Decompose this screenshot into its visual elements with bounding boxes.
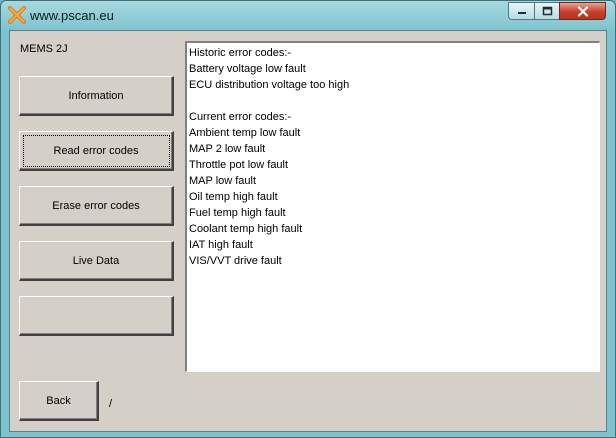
blank-button[interactable] bbox=[19, 296, 174, 336]
information-button[interactable]: Information bbox=[19, 76, 174, 116]
output-line: Fuel temp high fault bbox=[189, 207, 286, 219]
maximize-button[interactable] bbox=[534, 2, 560, 20]
close-button[interactable] bbox=[559, 2, 606, 20]
live-data-button[interactable]: Live Data bbox=[19, 241, 174, 281]
maximize-icon bbox=[542, 6, 552, 16]
app-window: www.pscan.eu MEMS 2J Information Read er… bbox=[0, 0, 616, 438]
minimize-button[interactable] bbox=[508, 2, 535, 20]
output-line: VIS/VVT drive fault bbox=[189, 255, 282, 267]
erase-error-codes-button[interactable]: Erase error codes bbox=[19, 186, 174, 226]
output-line: Ambient temp low fault bbox=[189, 127, 301, 139]
error-codes-output[interactable]: Historic error codes:- Battery voltage lo… bbox=[185, 41, 600, 372]
output-line: Oil temp high fault bbox=[189, 191, 278, 203]
output-line: ECU distribution voltage too high bbox=[189, 79, 350, 91]
output-line: Throttle pot low fault bbox=[189, 159, 289, 171]
read-error-codes-button[interactable]: Read error codes bbox=[19, 131, 174, 171]
output-line: Battery voltage low fault bbox=[189, 63, 306, 75]
output-line: IAT high fault bbox=[189, 239, 253, 251]
cross-logo-icon bbox=[8, 6, 26, 24]
output-line: MAP low fault bbox=[189, 175, 257, 187]
window-title: www.pscan.eu bbox=[30, 8, 114, 23]
output-line: Historic error codes:- bbox=[189, 47, 292, 59]
client-area: MEMS 2J Information Read error codes Era… bbox=[9, 30, 607, 432]
back-button[interactable]: Back bbox=[19, 381, 99, 421]
minimize-icon bbox=[517, 12, 526, 14]
ecu-model-label: MEMS 2J bbox=[20, 43, 68, 55]
title-bar[interactable]: www.pscan.eu bbox=[1, 1, 615, 29]
output-line: MAP 2 low fault bbox=[189, 143, 266, 155]
close-icon bbox=[577, 5, 588, 17]
output-line: Current error codes:- bbox=[189, 111, 292, 123]
status-text: / bbox=[109, 398, 113, 410]
output-line: Coolant temp high fault bbox=[189, 223, 303, 235]
